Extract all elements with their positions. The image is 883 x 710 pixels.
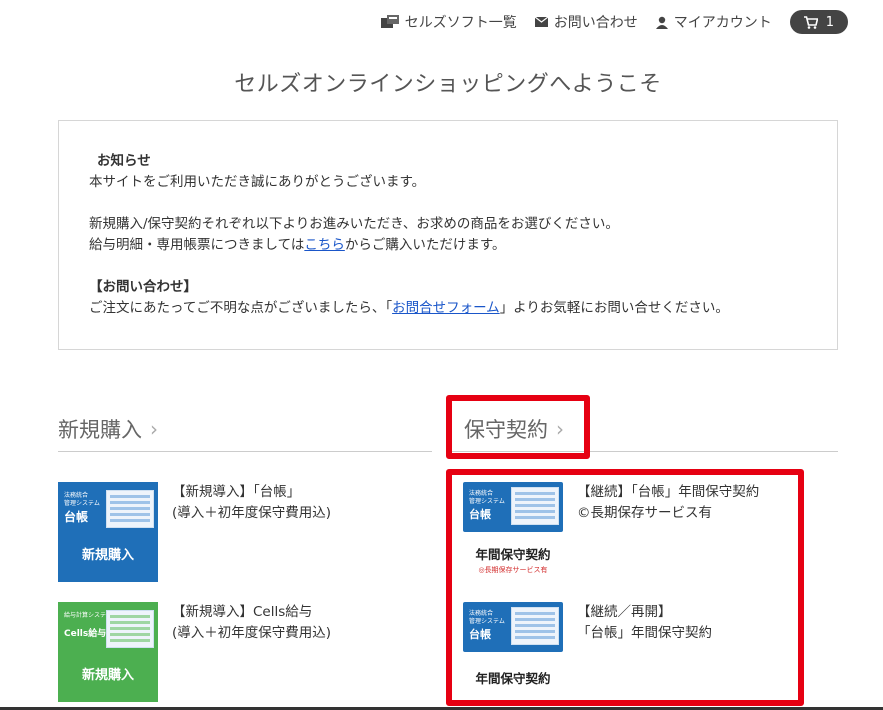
product-new-cells[interactable]: 給与計算システム Cells給与 新規購入 【新規導入】Cells給与 (導入＋…: [58, 602, 331, 702]
product-thumbnail[interactable]: 法務統合 管理システム 台帳 新規購入: [58, 482, 158, 582]
notice-line-4-post: 」よりお気軽にお問い合せください。: [499, 300, 729, 316]
new-purchase-title: 新規購入: [58, 418, 142, 442]
nav-account-label: マイアカウント: [673, 15, 772, 31]
product-maint-daicho-renew[interactable]: 法務統合 管理システム 台帳 年間保守契約 ◎長期保存サービス有 【継続】「台帳」…: [463, 482, 759, 575]
thumb-sublabel: ◎長期保存サービス有: [478, 566, 548, 574]
product-line-2: (導入＋初年度保守費用込): [172, 505, 332, 521]
screenshot-graphic: [511, 607, 559, 645]
screenshot-graphic: [511, 487, 559, 525]
notice-line-3-pre: 給与明細・専用帳票につきましては: [89, 237, 305, 253]
product-thumbnail[interactable]: 法務統合 管理システム 台帳 年間保守契約 ◎長期保存サービス有: [463, 482, 563, 575]
thumb-label: 年間保守契約: [475, 547, 551, 562]
chevron-right-icon: ›: [150, 417, 158, 441]
thumb-caption: 法務統合 管理システム: [469, 610, 505, 625]
payslip-link[interactable]: こちら: [304, 237, 345, 253]
product-line-2: 「台帳」年間保守契約: [577, 625, 712, 641]
maintenance-header[interactable]: 保守契約 ›: [464, 414, 564, 444]
thumb-caption: 法務統合 管理システム: [64, 492, 100, 507]
product-line-1: 【新規導入】「台帳」: [172, 484, 301, 500]
product-line-2: ©長期保存サービス有: [577, 505, 712, 521]
notice-heading: お知らせ: [97, 153, 151, 169]
contact-heading: 【お問い合わせ】: [89, 279, 197, 295]
thumb-title: Cells給与: [64, 629, 107, 639]
nav-account[interactable]: マイアカウント: [655, 12, 772, 32]
notice-box: お知らせ 本サイトをご利用いただき誠にありがとうございます。 新規購入/保守契約…: [58, 120, 838, 350]
chevron-right-icon: ›: [556, 417, 564, 441]
product-line-1: 【継続】「台帳」年間保守契約: [577, 484, 760, 500]
nav-soft-list-label: セルズソフト一覧: [404, 15, 517, 31]
notice-line-1: 本サイトをご利用いただき誠にありがとうございます。: [89, 174, 426, 190]
notice-line-4: ご注文にあたってご不明な点がございましたら、「お問合せフォーム」よりお気軽にお問…: [89, 298, 837, 319]
product-description[interactable]: 【新規導入】Cells給与 (導入＋初年度保守費用込): [172, 602, 331, 702]
thumb-caption: 法務統合 管理システム: [469, 490, 505, 505]
thumb-title: 台帳: [64, 510, 89, 524]
product-line-2: (導入＋初年度保守費用込): [172, 625, 332, 641]
cart-count: 1: [825, 14, 834, 30]
notice-line-3: 給与明細・専用帳票につきましてはこちらからご購入いただけます。: [89, 235, 837, 256]
notice-line-3-post: からご購入いただけます。: [344, 237, 506, 253]
thumb-title: 台帳: [469, 508, 491, 521]
product-description[interactable]: 【継続／再開】 「台帳」年間保守契約: [577, 602, 712, 687]
nav-soft-list[interactable]: セルズソフト一覧: [380, 12, 517, 32]
thumb-banner: 法務統合 管理システム 台帳: [463, 482, 563, 532]
new-purchase-header[interactable]: 新規購入 ›: [58, 414, 158, 444]
product-description[interactable]: 【継続】「台帳」年間保守契約 ©長期保存サービス有: [577, 482, 759, 575]
software-box-icon: [380, 15, 399, 29]
envelope-icon: [534, 17, 548, 27]
screenshot-graphic: [106, 610, 154, 648]
product-line-1: 【継続／再開】: [577, 604, 672, 620]
nav-contact[interactable]: お問い合わせ: [534, 12, 638, 32]
product-thumbnail[interactable]: 給与計算システム Cells給与 新規購入: [58, 602, 158, 702]
product-thumbnail[interactable]: 法務統合 管理システム 台帳 年間保守契約: [463, 602, 563, 687]
user-icon: [655, 16, 668, 29]
product-new-daicho[interactable]: 法務統合 管理システム 台帳 新規購入 【新規導入】「台帳」 (導入＋初年度保守費…: [58, 482, 331, 582]
top-nav: セルズソフト一覧 お問い合わせ マイアカウント 1: [380, 10, 848, 34]
notice-line-2: 新規購入/保守契約それぞれ以下よりお進みいただき、お求めの商品をお選びください。: [89, 216, 619, 232]
contact-form-link[interactable]: お問合せフォーム: [392, 300, 500, 316]
page-title: セルズオンラインショッピングへようこそ: [234, 72, 662, 97]
thumb-buy-label: 新規購入: [81, 668, 134, 683]
product-line-1: 【新規導入】Cells給与: [172, 604, 313, 620]
product-description[interactable]: 【新規導入】「台帳」 (導入＋初年度保守費用込): [172, 482, 331, 582]
product-maint-daicho-resume[interactable]: 法務統合 管理システム 台帳 年間保守契約 【継続／再開】 「台帳」年間保守契約: [463, 602, 712, 687]
cart-button[interactable]: 1: [789, 10, 848, 34]
cart-icon: [803, 15, 818, 29]
maintenance-title: 保守契約: [464, 418, 548, 442]
thumb-title: 台帳: [469, 628, 491, 641]
nav-contact-label: お問い合わせ: [553, 15, 638, 31]
notice-line-4-pre: ご注文にあたってご不明な点がございましたら、「: [89, 300, 393, 316]
thumb-label: 年間保守契約: [475, 671, 551, 686]
thumb-caption: 給与計算システム: [64, 612, 112, 619]
screenshot-graphic: [106, 490, 154, 528]
divider: [446, 451, 838, 452]
thumb-buy-label: 新規購入: [81, 548, 134, 563]
divider: [58, 451, 432, 452]
thumb-banner: 法務統合 管理システム 台帳: [463, 602, 563, 652]
